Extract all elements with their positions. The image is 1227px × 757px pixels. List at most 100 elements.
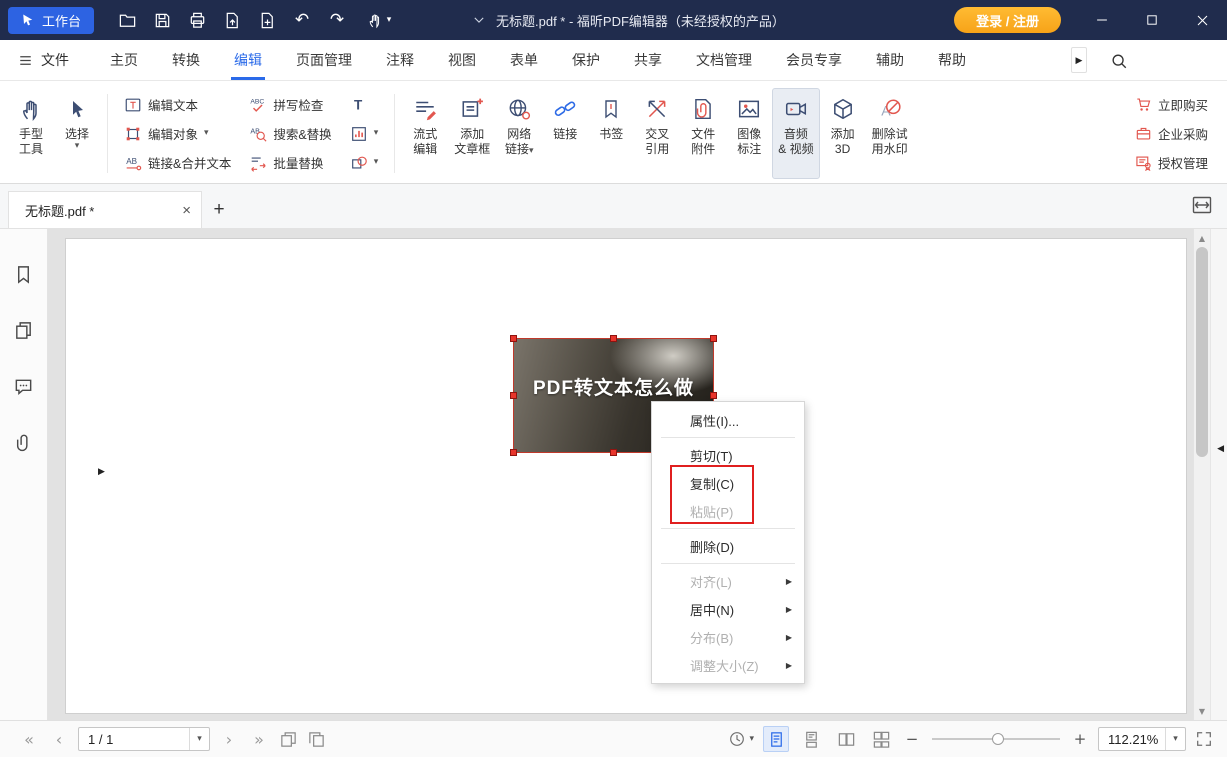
page-indicator-caret-icon[interactable]: ▾ [189, 728, 209, 750]
zoom-out-button[interactable]: − [903, 730, 921, 748]
add-3d-button[interactable]: 添加 3D [820, 88, 866, 179]
insert-shape-button[interactable]: ▾ [344, 149, 385, 176]
fit-screen-icon[interactable] [1195, 730, 1213, 748]
selection-handle[interactable] [710, 392, 717, 399]
pdf-page[interactable]: PDF转文本怎么做 [65, 238, 1187, 714]
tab-close-icon[interactable]: × [182, 203, 191, 218]
selection-handle[interactable] [510, 335, 517, 342]
scrollbar-thumb[interactable] [1196, 247, 1208, 457]
flow-edit-button[interactable]: 流式 编辑 [402, 88, 448, 179]
scroll-down-icon[interactable]: ▼ [1194, 703, 1210, 719]
audio-video-button[interactable]: 音频 & 视频 [772, 88, 819, 179]
cross-reference-button[interactable]: 交叉 引用 [634, 88, 680, 179]
continuous-view-button[interactable] [798, 726, 824, 752]
tab-comment[interactable]: 注释 [369, 40, 431, 80]
single-page-view-button[interactable] [763, 726, 789, 752]
close-button[interactable] [1177, 0, 1227, 40]
image-annotation-button[interactable]: 图像 标注 [726, 88, 772, 179]
tab-help[interactable]: 帮助 [921, 40, 983, 80]
tab-view[interactable]: 视图 [431, 40, 493, 80]
spell-check-button[interactable]: ABC 拼写检查 [243, 91, 337, 118]
select-tool-button[interactable]: 选择 ▾ [54, 88, 100, 179]
selection-handle[interactable] [710, 335, 717, 342]
hand-tool-quick-button[interactable]: ▾ [359, 7, 399, 33]
pages-panel-icon[interactable] [11, 317, 37, 343]
edit-text-button[interactable]: 编辑文本 [118, 91, 237, 118]
tab-share[interactable]: 共享 [617, 40, 679, 80]
menu-item-resize[interactable]: 调整大小(Z)▶ [652, 651, 804, 679]
file-menu-button[interactable]: 文件 [8, 50, 79, 70]
tab-page-management[interactable]: 页面管理 [279, 40, 369, 80]
web-link-button[interactable]: 网络 链接▾ [496, 88, 542, 179]
license-management-button[interactable]: 授权管理 [1129, 149, 1214, 176]
login-register-button[interactable]: 登录 / 注册 [954, 7, 1061, 33]
tab-convert[interactable]: 转换 [155, 40, 217, 80]
facing-continuous-view-button[interactable] [868, 726, 894, 752]
tab-member-exclusive[interactable]: 会员专享 [769, 40, 859, 80]
undo-icon[interactable]: ↶ [289, 7, 315, 33]
add-text-button[interactable]: T [344, 91, 385, 118]
edit-object-button[interactable]: 编辑对象 ▾ [118, 120, 237, 147]
document-tab[interactable]: 无标题.pdf * × [8, 191, 202, 228]
redo-icon[interactable]: ↷ [324, 7, 350, 33]
title-chevron-down-icon[interactable] [472, 13, 486, 27]
tab-document-management[interactable]: 文档管理 [679, 40, 769, 80]
remove-trial-watermark-button[interactable]: A 删除试 用水印 [866, 88, 914, 179]
page-indicator-select[interactable]: 1 / 1 ▾ [78, 727, 210, 751]
bookmark-button[interactable]: 书签 [588, 88, 634, 179]
search-icon[interactable] [1107, 49, 1131, 73]
menu-item-align[interactable]: 对齐(L)▶ [652, 567, 804, 595]
tab-edit[interactable]: 编辑 [217, 40, 279, 80]
menu-item-copy[interactable]: 复制(C) [652, 469, 804, 497]
previous-view-icon[interactable] [274, 727, 302, 751]
link-merge-text-button[interactable]: AB 链接&合并文本 [118, 149, 237, 176]
open-file-icon[interactable] [114, 7, 140, 33]
ribbon-expand-button[interactable]: ▶ [1071, 47, 1087, 73]
zoom-level-select[interactable]: 112.21% ▾ [1098, 727, 1186, 751]
document-canvas[interactable]: PDF转文本怎么做 属性(I)... 剪切(T) 复制(C) 粘贴(P) [48, 229, 1227, 720]
search-replace-button[interactable]: AB 搜索&替换 [243, 120, 337, 147]
next-page-button[interactable]: › [214, 730, 244, 749]
menu-item-properties[interactable]: 属性(I)... [652, 406, 804, 434]
minimize-button[interactable] [1077, 0, 1127, 40]
selection-handle[interactable] [510, 449, 517, 456]
tab-home[interactable]: 主页 [93, 40, 155, 80]
menu-item-center[interactable]: 居中(N)▶ [652, 595, 804, 623]
selection-handle[interactable] [610, 449, 617, 456]
add-article-box-button[interactable]: 添加 文章框 [448, 88, 496, 179]
previous-page-button[interactable]: ‹ [44, 730, 74, 749]
selection-handle[interactable] [610, 335, 617, 342]
file-attachment-button[interactable]: 文件 附件 [680, 88, 726, 179]
vertical-scrollbar[interactable]: ▲ ▼ [1193, 229, 1210, 720]
zoom-level-caret-icon[interactable]: ▾ [1165, 728, 1185, 750]
menu-item-distribute[interactable]: 分布(B)▶ [652, 623, 804, 651]
tab-accessibility[interactable]: 辅助 [859, 40, 921, 80]
buy-now-button[interactable]: 立即购买 [1129, 91, 1214, 118]
insert-chart-button[interactable]: ▾ [344, 120, 385, 147]
next-view-icon[interactable] [302, 727, 330, 751]
scroll-up-icon[interactable]: ▲ [1194, 230, 1210, 246]
new-tab-button[interactable]: + [202, 191, 236, 228]
panel-switch-icon[interactable] [1191, 194, 1213, 216]
attachments-panel-icon[interactable] [11, 429, 37, 455]
tab-form[interactable]: 表单 [493, 40, 555, 80]
print-icon[interactable] [184, 7, 210, 33]
zoom-slider[interactable] [932, 738, 1060, 740]
workspace-button[interactable]: 工作台 [8, 7, 94, 34]
selection-handle[interactable] [510, 392, 517, 399]
zoom-in-button[interactable]: + [1071, 730, 1089, 748]
last-page-button[interactable]: » [244, 730, 274, 749]
batch-replace-button[interactable]: 批量替换 [243, 149, 337, 176]
create-pdf-icon[interactable] [254, 7, 280, 33]
maximize-button[interactable] [1127, 0, 1177, 40]
zoom-slider-knob[interactable] [992, 733, 1004, 745]
first-page-button[interactable]: « [14, 730, 44, 749]
bookmarks-panel-icon[interactable] [11, 261, 37, 287]
tab-protect[interactable]: 保护 [555, 40, 617, 80]
menu-item-delete[interactable]: 删除(D) [652, 532, 804, 560]
sidebar-expand-icon[interactable]: ▶ [98, 467, 105, 477]
hand-tool-button[interactable]: 手型 工具 [8, 88, 54, 179]
auto-scroll-button[interactable]: ▾ [728, 730, 754, 748]
right-panel-collapse-icon[interactable]: ◀ [1217, 444, 1224, 454]
menu-item-cut[interactable]: 剪切(T) [652, 441, 804, 469]
